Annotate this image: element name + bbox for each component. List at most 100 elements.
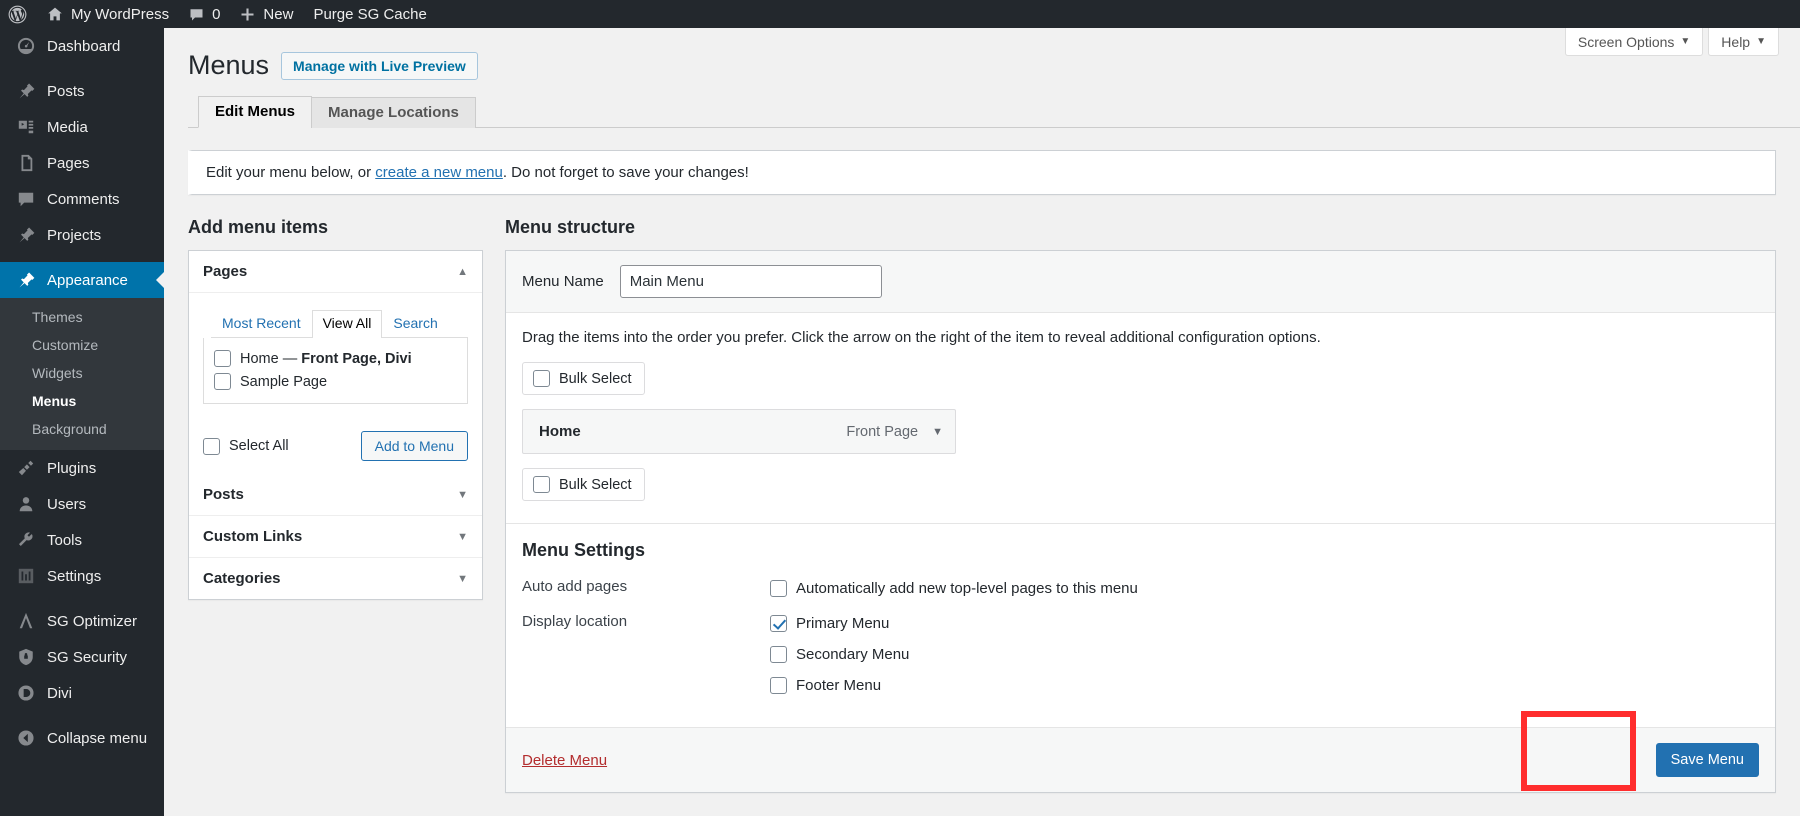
help-label: Help [1721, 33, 1751, 50]
pages-panel-header[interactable]: Pages ▲ [189, 251, 482, 294]
sidebar-item-posts[interactable]: Posts [0, 73, 164, 109]
sidebar-item-sg-optimizer[interactable]: SG Optimizer [0, 603, 164, 639]
custom-links-panel-header[interactable]: Custom Links ▼ [189, 516, 482, 559]
bulk-select-bottom-button[interactable]: Bulk Select [522, 468, 645, 502]
select-all-row[interactable]: Select All [203, 435, 289, 458]
sidebar-item-media[interactable]: Media [0, 109, 164, 145]
sidebar-item-collapse-menu[interactable]: Collapse menu [0, 720, 164, 756]
tab-manage-locations[interactable]: Manage Locations [311, 97, 476, 129]
select-all-checkbox[interactable] [203, 437, 220, 455]
bulk-select-bottom-checkbox[interactable] [533, 476, 550, 494]
sidebar-item-settings[interactable]: Settings [0, 558, 164, 594]
create-new-menu-link[interactable]: create a new menu [375, 164, 503, 181]
admin-bar-wordpress-logo[interactable] [0, 0, 37, 28]
display-location-row: Display location Primary Menu Secondary … [522, 612, 1759, 697]
page-checkbox-home[interactable] [214, 350, 231, 368]
comment-bubble-icon [16, 189, 36, 209]
delete-menu-link[interactable]: Delete Menu [522, 752, 607, 769]
divi-icon [16, 683, 36, 703]
admin-bar-new-label: New [263, 5, 294, 23]
collapse-arrow-icon [16, 728, 36, 748]
sidebar-item-menus[interactable]: Menus [0, 387, 164, 415]
add-menu-items-title: Add menu items [188, 217, 329, 238]
bulk-select-top-button[interactable]: Bulk Select [522, 362, 645, 396]
home-icon [47, 6, 63, 22]
footer-menu-label: Footer Menu [796, 677, 882, 695]
sidebar-item-label: SG Security [47, 648, 128, 666]
list-item[interactable]: Home — Front Page, Divi [214, 347, 457, 370]
sidebar-item-comments[interactable]: Comments [0, 181, 164, 217]
sidebar-item-label: Pages [47, 154, 90, 172]
admin-bar-site-name[interactable]: My WordPress [37, 0, 179, 28]
chevron-down-icon[interactable]: ▼ [457, 489, 468, 501]
sidebar-item-background[interactable]: Background [0, 415, 164, 443]
sidebar-item-tools[interactable]: Tools [0, 522, 164, 558]
admin-bar: My WordPress 0 New Purge SG Cache [0, 0, 1800, 28]
menu-settings-title: Menu Settings [522, 540, 646, 561]
menu-name-row: Menu Name [506, 251, 1775, 314]
sidebar-item-sg-security[interactable]: SG Security [0, 639, 164, 675]
chevron-down-icon[interactable]: ▼ [457, 573, 468, 585]
menu-structure-panel: Menu Name Drag the items into the order … [505, 250, 1776, 794]
sidebar-item-appearance[interactable]: Appearance [0, 262, 164, 298]
menu-panel-footer: Delete Menu Save Menu [506, 727, 1775, 793]
paintbrush-icon [16, 270, 36, 290]
pages-tab-search[interactable]: Search [382, 310, 448, 338]
wordpress-logo-icon [8, 5, 27, 24]
footer-menu-checkbox[interactable] [770, 677, 787, 695]
save-menu-button[interactable]: Save Menu [1655, 743, 1759, 778]
sidebar-item-label: Users [47, 495, 87, 513]
secondary-menu-checkbox[interactable] [770, 646, 787, 664]
menu-item-type: Front Page [846, 423, 919, 440]
chevron-up-icon[interactable]: ▲ [457, 266, 468, 278]
posts-panel-header[interactable]: Posts ▼ [189, 474, 482, 517]
manage-with-live-preview-button[interactable]: Manage with Live Preview [281, 51, 478, 80]
sg-optimizer-icon [16, 611, 36, 631]
pages-tab-most-recent[interactable]: Most Recent [211, 310, 312, 338]
pages-tabset: Most Recent View All Search [211, 309, 468, 339]
sidebar-item-label: Media [47, 118, 88, 136]
sidebar-item-label: SG Optimizer [47, 612, 138, 630]
screen-options-button[interactable]: Screen Options ▼ [1564, 28, 1704, 56]
nav-tab-bar: Edit Menus Manage Locations [188, 95, 1800, 129]
sidebar-item-pages[interactable]: Pages [0, 145, 164, 181]
menu-notice: Edit your menu below, or create a new me… [188, 150, 1776, 196]
posts-panel-title: Posts [203, 486, 244, 504]
sidebar-item-customize[interactable]: Customize [0, 331, 164, 359]
admin-bar-purge-sg-cache[interactable]: Purge SG Cache [303, 0, 436, 28]
sidebar-item-label: Collapse menu [47, 729, 148, 747]
bulk-select-top-checkbox[interactable] [533, 370, 550, 388]
location-option-primary[interactable]: Primary Menu [770, 612, 909, 635]
sidebar-item-users[interactable]: Users [0, 486, 164, 522]
sidebar-item-widgets[interactable]: Widgets [0, 359, 164, 387]
tab-edit-menus[interactable]: Edit Menus [198, 96, 313, 129]
pin-icon [16, 225, 36, 245]
auto-add-pages-option[interactable]: Automatically add new top-level pages to… [770, 577, 1138, 600]
sidebar-item-plugins[interactable]: Plugins [0, 450, 164, 486]
auto-add-pages-checkbox[interactable] [770, 580, 787, 598]
menu-item-title: Home [539, 423, 581, 441]
add-to-menu-button[interactable]: Add to Menu [360, 431, 468, 462]
admin-bar-site-name-label: My WordPress [71, 5, 170, 23]
primary-menu-checkbox[interactable] [770, 615, 787, 633]
location-option-footer[interactable]: Footer Menu [770, 674, 909, 697]
menu-item-card-home[interactable]: Home Front Page ▼ [522, 409, 956, 455]
chevron-down-icon[interactable]: ▼ [457, 531, 468, 543]
sidebar-item-projects[interactable]: Projects [0, 217, 164, 253]
list-item[interactable]: Sample Page [214, 370, 457, 393]
chevron-down-icon[interactable]: ▼ [932, 426, 943, 438]
pages-tab-view-all[interactable]: View All [311, 310, 383, 339]
sidebar-item-dashboard[interactable]: Dashboard [0, 28, 164, 64]
page-checkbox-sample-page[interactable] [214, 373, 231, 391]
wrench-icon [16, 530, 36, 550]
sg-security-icon [16, 647, 36, 667]
admin-bar-new-content[interactable]: New [230, 0, 303, 28]
sidebar-item-divi[interactable]: Divi [0, 675, 164, 711]
admin-bar-comments[interactable]: 0 [179, 0, 230, 28]
location-option-secondary[interactable]: Secondary Menu [770, 643, 909, 666]
menu-name-input[interactable] [619, 265, 882, 299]
help-button[interactable]: Help ▼ [1708, 28, 1779, 56]
select-all-label: Select All [229, 438, 289, 455]
sidebar-item-themes[interactable]: Themes [0, 303, 164, 331]
categories-panel-header[interactable]: Categories ▼ [189, 558, 482, 600]
